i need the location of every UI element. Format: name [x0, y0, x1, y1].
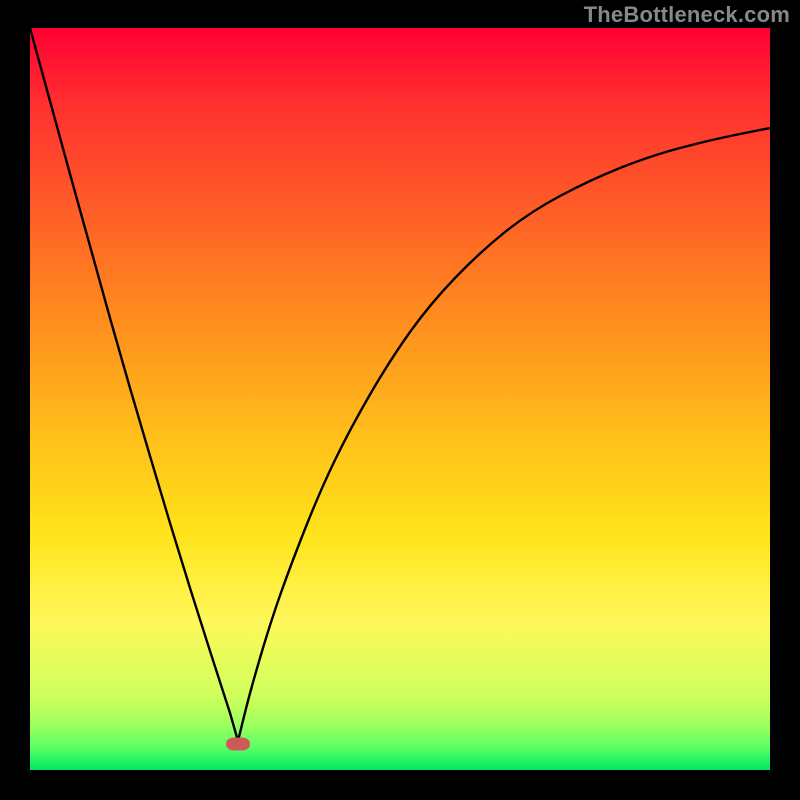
watermark-text: TheBottleneck.com: [584, 2, 790, 28]
bottleneck-curve: [30, 28, 770, 770]
minimum-marker-icon: [226, 738, 250, 751]
chart-frame: TheBottleneck.com: [0, 0, 800, 800]
plot-area: [30, 28, 770, 770]
curve-path: [30, 28, 770, 741]
